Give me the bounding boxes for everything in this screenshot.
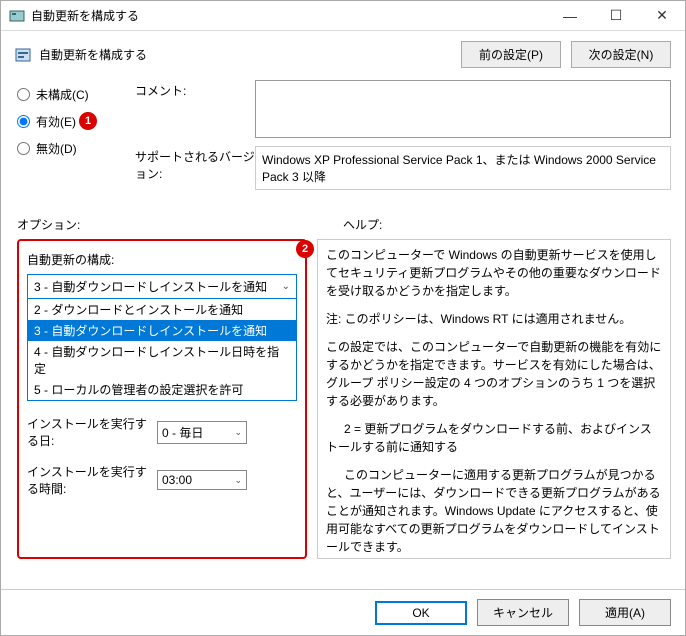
radio-disabled-label: 無効(D)	[36, 140, 77, 157]
maximize-button[interactable]: ☐	[593, 1, 639, 31]
radio-enabled-label: 有効(E)	[36, 113, 76, 130]
help-panel[interactable]: このコンピューターで Windows の自動更新サービスを使用してセキュリティ更…	[317, 239, 671, 559]
state-radios: 未構成(C) 有効(E) 1 無効(D)	[17, 80, 135, 198]
combo-selected-text: 3 - 自動ダウンロードしインストールを通知	[34, 278, 267, 295]
ok-button[interactable]: OK	[375, 601, 467, 625]
cancel-button[interactable]: キャンセル	[477, 599, 569, 626]
page-title: 自動更新を構成する	[39, 46, 451, 63]
annotation-badge-2: 2	[296, 240, 314, 258]
help-text: このコンピューターで Windows の自動更新サービスを使用してセキュリティ更…	[326, 246, 662, 300]
support-label: サポートされるバージョン:	[135, 146, 255, 190]
app-icon	[9, 8, 25, 24]
auto-update-config-combo[interactable]: 3 - 自動ダウンロードしインストールを通知 ⌄ 2 - ダウンロードとインスト…	[27, 274, 297, 401]
comment-textarea[interactable]	[255, 80, 671, 138]
chevron-down-icon: ⌄	[234, 475, 242, 486]
help-section-label: ヘルプ:	[343, 216, 382, 233]
close-button[interactable]: ✕	[639, 1, 685, 31]
radio-not-configured-input[interactable]	[17, 88, 30, 101]
install-day-label: インストールを実行する日:	[27, 415, 157, 449]
options-panel: 2 自動更新の構成: 3 - 自動ダウンロードしインストールを通知 ⌄ 2 - …	[17, 239, 307, 559]
auto-update-config-label: 自動更新の構成:	[27, 251, 297, 268]
header-row: 自動更新を構成する 前の設定(P) 次の設定(N)	[1, 31, 685, 74]
footer: OK キャンセル 適用(A)	[1, 589, 685, 635]
radio-enabled[interactable]: 有効(E) 1	[17, 113, 135, 130]
annotation-badge-1: 1	[79, 112, 97, 130]
window-title: 自動更新を構成する	[31, 7, 547, 24]
policy-icon	[15, 47, 31, 63]
apply-button[interactable]: 適用(A)	[579, 599, 671, 626]
install-time-value: 03:00	[162, 473, 192, 487]
help-text: このコンピューターに適用する更新プログラムが見つかると、ユーザーには、ダウンロー…	[326, 466, 662, 556]
minimize-button[interactable]: —	[547, 1, 593, 31]
install-day-select[interactable]: 0 - 毎日 ⌄	[157, 421, 247, 444]
radio-enabled-input[interactable]	[17, 115, 30, 128]
options-section-label: オプション:	[17, 216, 343, 233]
install-time-select[interactable]: 03:00 ⌄	[157, 470, 247, 490]
combo-item[interactable]: 2 - ダウンロードとインストールを通知	[28, 299, 296, 320]
comment-label: コメント:	[135, 80, 255, 138]
help-text: 注: このポリシーは、Windows RT には適用されません。	[326, 310, 662, 328]
prev-setting-button[interactable]: 前の設定(P)	[461, 41, 561, 68]
install-time-label: インストールを実行する時間:	[27, 463, 157, 497]
combo-item[interactable]: 3 - 自動ダウンロードしインストールを通知	[28, 320, 296, 341]
chevron-down-icon: ⌄	[234, 427, 242, 438]
combo-item[interactable]: 4 - 自動ダウンロードしインストール日時を指定	[28, 341, 296, 379]
titlebar: 自動更新を構成する — ☐ ✕	[1, 1, 685, 31]
support-text: Windows XP Professional Service Pack 1、ま…	[255, 146, 671, 190]
help-text: 2 = 更新プログラムをダウンロードする前、およびインストールする前に通知する	[326, 420, 662, 456]
radio-disabled-input[interactable]	[17, 142, 30, 155]
help-text: この設定では、このコンピューターで自動更新の機能を有効にするかどうかを指定できま…	[326, 338, 662, 410]
radio-not-configured-label: 未構成(C)	[36, 86, 89, 103]
next-setting-button[interactable]: 次の設定(N)	[571, 41, 671, 68]
install-day-value: 0 - 毎日	[162, 424, 203, 441]
combo-item[interactable]: 5 - ローカルの管理者の設定選択を許可	[28, 379, 296, 400]
combo-dropdown-list: 2 - ダウンロードとインストールを通知 3 - 自動ダウンロードしインストール…	[28, 298, 296, 400]
chevron-down-icon: ⌄	[282, 281, 290, 292]
combo-selected-value[interactable]: 3 - 自動ダウンロードしインストールを通知 ⌄	[28, 275, 296, 298]
radio-disabled[interactable]: 無効(D)	[17, 140, 135, 157]
radio-not-configured[interactable]: 未構成(C)	[17, 86, 135, 103]
